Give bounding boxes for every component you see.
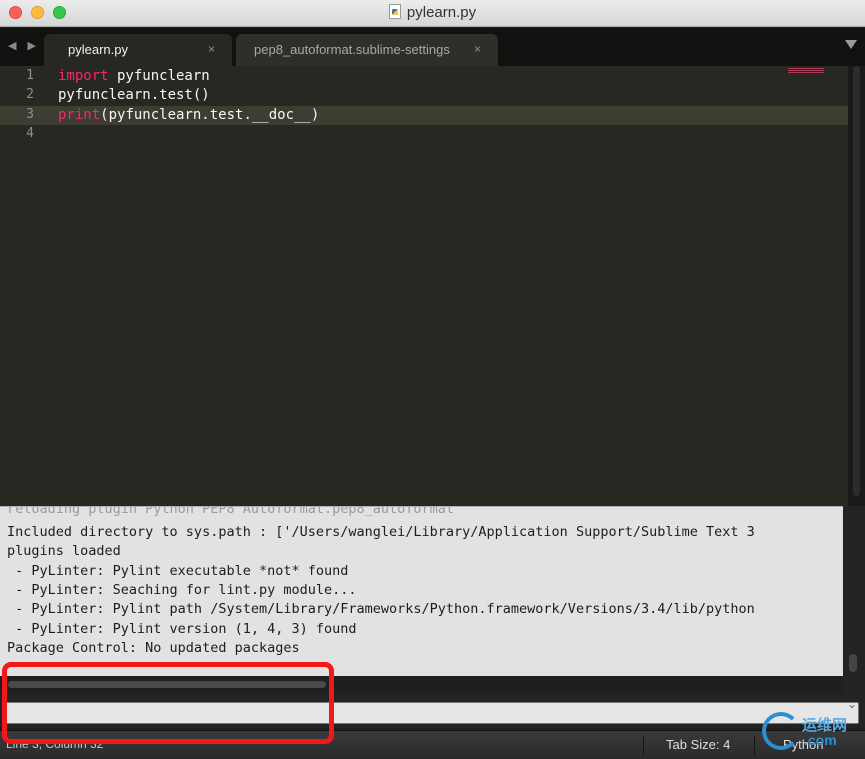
scrollbar-corner xyxy=(843,676,865,694)
code-text: pyfunclearn.test() xyxy=(58,87,210,103)
red-highlight-annotation xyxy=(2,662,334,744)
code-keyword: print xyxy=(58,107,101,123)
tab-close-icon[interactable]: × xyxy=(208,42,215,56)
line-number-gutter: 1 2 3 4 xyxy=(0,66,46,506)
code-editor[interactable]: 1 2 3 4 import pyfunclearn pyfunclearn.t… xyxy=(0,66,848,506)
line-number: 4 xyxy=(26,126,34,141)
title-bar: pylearn.py xyxy=(0,0,865,27)
tab-pylearn[interactable]: pylearn.py × xyxy=(44,34,232,66)
watermark-logo-icon xyxy=(762,712,800,750)
code-line[interactable]: pyfunclearn.test() xyxy=(58,87,210,103)
editor-scrollbar[interactable] xyxy=(848,66,865,506)
tab-nav-arrows-icon[interactable]: ◀ ▶ xyxy=(8,39,40,52)
console-line: reloading plugin Python PEP8 Autoformat.… xyxy=(7,506,455,517)
tab-pep8-settings[interactable]: pep8_autoformat.sublime-settings × xyxy=(236,34,498,66)
tab-close-icon[interactable]: × xyxy=(474,42,481,56)
status-divider xyxy=(754,736,755,756)
window-title: pylearn.py xyxy=(406,4,477,21)
line-number: 2 xyxy=(26,87,34,102)
line-number: 3 xyxy=(26,107,34,122)
watermark-text: .com xyxy=(804,732,837,748)
status-divider xyxy=(643,736,644,756)
tab-label: pylearn.py xyxy=(68,42,128,57)
code-text: pyfunclearn xyxy=(108,68,210,84)
console-output: reloading plugin Python PEP8 Autoformat.… xyxy=(0,506,843,676)
tab-label: pep8_autoformat.sublime-settings xyxy=(254,42,450,57)
minimap[interactable] xyxy=(788,68,824,74)
line-number: 1 xyxy=(26,68,34,83)
code-line[interactable]: print(pyfunclearn.test.__doc__) xyxy=(58,107,319,123)
console-line: - PyLinter: Pylint version (1, 4, 3) fou… xyxy=(7,621,357,637)
console-scrollbar-thumb[interactable] xyxy=(849,654,857,672)
python-file-icon xyxy=(388,4,401,19)
console-line: Included directory to sys.path : ['/User… xyxy=(7,524,755,540)
console-line: Package Control: No updated packages xyxy=(7,640,300,656)
tab-list-dropdown-icon[interactable] xyxy=(845,40,857,49)
code-line[interactable]: import pyfunclearn xyxy=(58,68,210,84)
tab-size-selector[interactable]: Tab Size: 4 xyxy=(666,737,730,752)
editor-scrollbar-thumb[interactable] xyxy=(853,66,860,496)
window-title-area: pylearn.py xyxy=(0,4,865,21)
console-scrollbar[interactable] xyxy=(843,506,865,676)
console-line: plugins loaded xyxy=(7,543,121,559)
console-line: - PyLinter: Seaching for lint.py module.… xyxy=(7,582,357,598)
console-line: - PyLinter: Pylint executable *not* foun… xyxy=(7,563,349,579)
site-watermark: 运维网 .com xyxy=(758,710,864,758)
console-line: - PyLinter: Pylint path /System/Library/… xyxy=(7,601,755,617)
code-keyword: import xyxy=(58,68,109,84)
chevron-down-icon[interactable]: ⌄ xyxy=(847,697,857,711)
tab-bar: ◀ ▶ pylearn.py × pep8_autoformat.sublime… xyxy=(0,28,865,66)
code-text: (pyfunclearn.test.__doc__) xyxy=(100,107,320,123)
